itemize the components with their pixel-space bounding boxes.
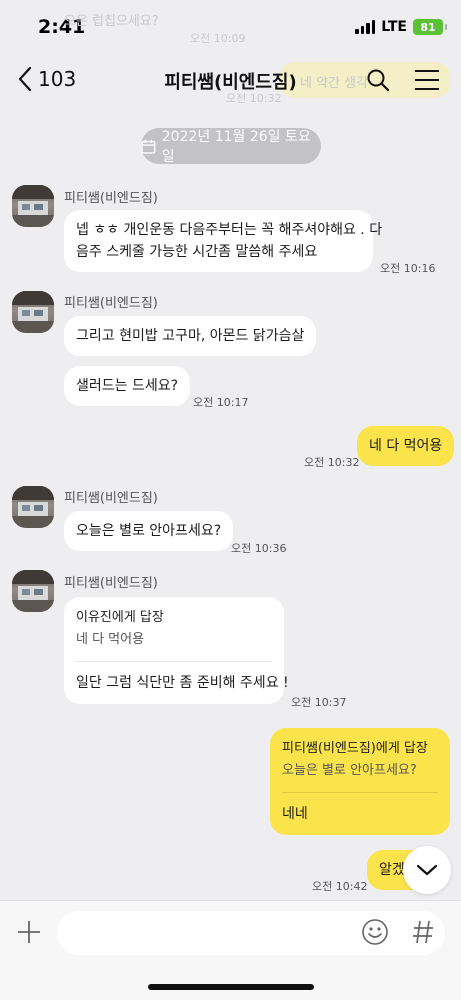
reply-target: 피티쌤(비엔드짐)에게 답장 (282, 741, 428, 756)
message-text: 일단 그럼 식단만 좀 준비해 주세요 ! (76, 675, 289, 691)
message-time: 오전 10:37 (291, 696, 347, 709)
message-text: 알겠 (379, 862, 405, 878)
chevron-left-icon (18, 66, 32, 92)
message-time: 오전 10:16 (380, 262, 436, 275)
message-time: 오전 10:32 (304, 456, 360, 469)
search-icon (367, 69, 390, 92)
calendar-icon (141, 139, 156, 154)
sender-name: 피티쌤(비엔드짐) (64, 296, 158, 311)
home-indicator (148, 984, 314, 990)
menu-button[interactable] (414, 68, 440, 96)
menu-icon (415, 70, 439, 90)
emoji-button[interactable] (360, 917, 390, 951)
search-button[interactable] (366, 68, 390, 96)
scroll-to-bottom-button[interactable] (403, 846, 451, 894)
status-indicators: LTE 81 (355, 19, 447, 35)
message-text: 네 다 먹어용 (369, 438, 443, 454)
avatar[interactable] (12, 570, 54, 612)
ghost-message: 으은 럽칩으세요? (64, 14, 159, 29)
message-bubble[interactable]: 그리고 현미밥 고구마, 아몬드 닭가슴살 (64, 316, 317, 356)
battery-level: 81 (420, 20, 436, 34)
message-bubble[interactable]: 넵 ㅎㅎ 개인운동 다음주부터는 꼭 해주셔야해요 . 다 음주 스케줄 가능한… (64, 210, 383, 272)
unread-count: 103 (38, 67, 77, 91)
sender-name: 피티쌤(비엔드짐) (64, 491, 158, 506)
message-line: 넵 ㅎㅎ 개인운동 다음주부터는 꼭 해주셔야해요 . 다 (76, 222, 383, 238)
sender-name: 피티쌤(비엔드짐) (64, 191, 158, 206)
message-text: 샐러드는 드세요? (76, 378, 179, 394)
plus-icon (18, 921, 40, 943)
my-message-bubble[interactable]: 네 다 먹어용 (357, 426, 455, 466)
reply-message-bubble[interactable]: 이유진에게 답장 네 다 먹어용 일단 그럼 식단만 좀 준비해 주세요 ! (64, 597, 289, 704)
message-bubble[interactable]: 샐러드는 드세요? (64, 366, 191, 406)
emoji-icon (362, 919, 388, 945)
reply-quote: 오늘은 별로 안아프세요? (282, 763, 417, 778)
reply-target: 이유진에게 답장 (76, 610, 164, 625)
message-text: 오늘은 별로 안아프세요? (76, 523, 222, 539)
message-text: 네네 (282, 806, 308, 822)
ghost-time: 오전 10:09 (190, 32, 246, 45)
avatar[interactable] (12, 291, 54, 333)
date-divider: 2022년 11월 26일 토요일 (141, 128, 321, 165)
avatar[interactable] (12, 185, 54, 227)
reply-divider (76, 661, 272, 662)
attach-button[interactable] (15, 918, 43, 950)
message-time: 오전 10:17 (193, 396, 249, 409)
message-line: 음주 스케줄 가능한 시간좀 말씀해 주세요 (76, 244, 318, 260)
message-time: 오전 10:36 (231, 542, 287, 555)
battery-icon: 81 (413, 19, 447, 35)
back-button[interactable]: 103 (18, 66, 76, 92)
hash-icon (413, 920, 433, 944)
message-bubble[interactable]: 오늘은 별로 안아프세요? (64, 511, 234, 551)
reply-divider (282, 792, 438, 793)
network-label: LTE (381, 19, 407, 35)
reply-quote: 네 다 먹어용 (76, 632, 145, 647)
my-reply-message-bubble[interactable]: 피티쌤(비엔드짐)에게 답장 오늘은 별로 안아프세요? 네네 (270, 728, 450, 835)
chat-header: 103 피티쌤(비엔드짐) (0, 56, 461, 106)
sender-name: 피티쌤(비엔드짐) (64, 576, 158, 591)
avatar[interactable] (12, 486, 54, 528)
message-time: 오전 10:42 (312, 880, 368, 893)
message-text: 그리고 현미밥 고구마, 아몬드 닭가슴살 (76, 328, 305, 344)
hashtag-button[interactable] (411, 917, 435, 951)
signal-icon (355, 20, 376, 34)
date-text: 2022년 11월 26일 토요일 (161, 129, 311, 165)
chevron-down-icon (416, 864, 438, 876)
